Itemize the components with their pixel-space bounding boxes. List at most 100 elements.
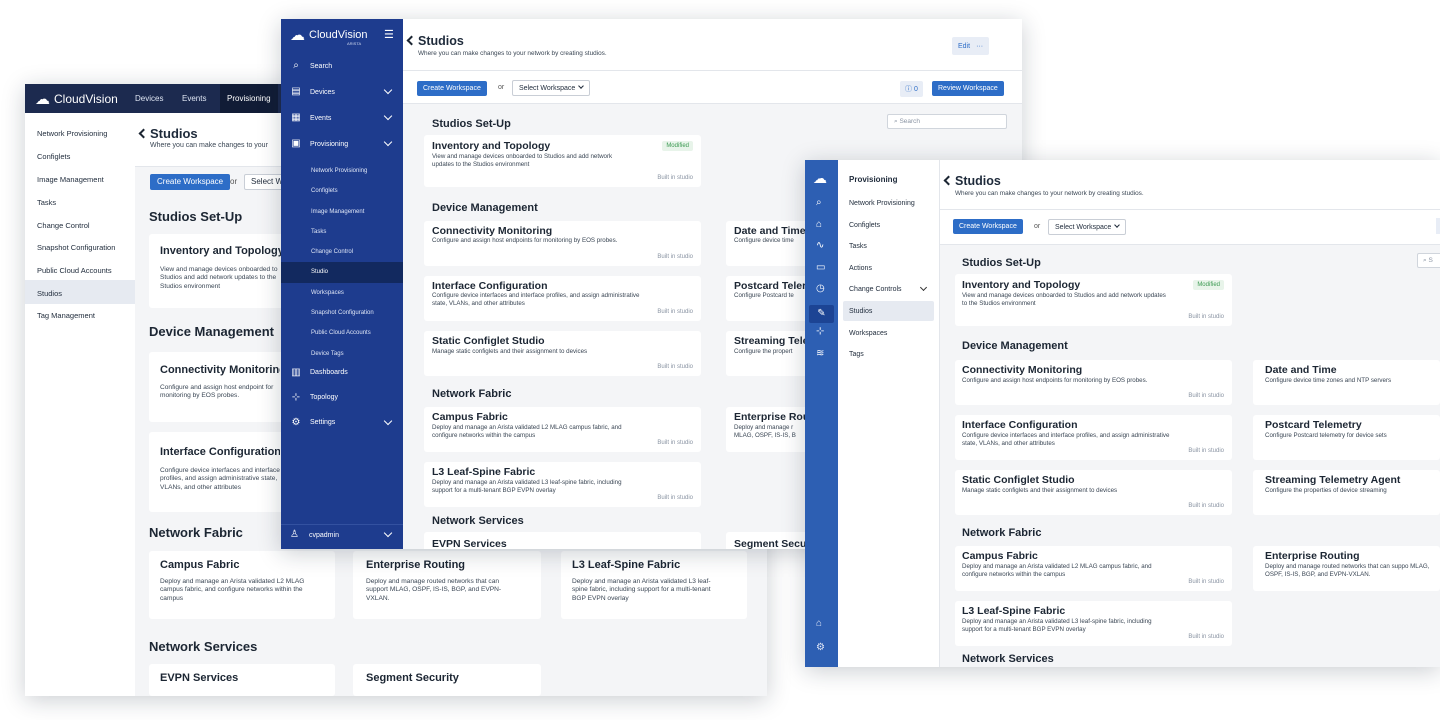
panel-title: Provisioning <box>849 175 898 184</box>
sidebar-item-search[interactable]: ⌕ Search <box>281 53 403 79</box>
page-title: Studios <box>138 126 198 141</box>
card-description: View and manage devices onboarded to Stu… <box>160 266 278 290</box>
create-workspace-button[interactable]: Create Workspace <box>417 81 487 96</box>
panel-item-actions[interactable]: Actions <box>849 265 872 272</box>
section-network-fabric: Network Fabric <box>962 527 1042 539</box>
section-device-management: Device Management <box>432 202 538 214</box>
nav-events[interactable]: Events <box>182 94 206 103</box>
sidebar-item-devices[interactable]: ▤ Devices <box>281 79 403 105</box>
card-description: Configure device interfaces and interfac… <box>962 432 1170 447</box>
activity-icon[interactable]: ∿ <box>816 240 824 251</box>
built-in-studio-label: Built in studio <box>657 175 693 181</box>
topology-icon[interactable]: ⊹ <box>816 326 824 337</box>
panel-item-network-provisioning[interactable]: Network Provisioning <box>849 200 915 207</box>
search-input[interactable]: ⌕ S <box>1417 253 1440 268</box>
card-description: Deploy and manage an Arista validated L2… <box>432 424 622 439</box>
right-edge-button[interactable] <box>1436 218 1440 234</box>
wrench-icon[interactable]: ✎ <box>809 304 834 323</box>
review-workspace-button[interactable]: Review Workspace <box>932 81 1004 96</box>
sidebar-item-public-cloud-accounts[interactable]: Public Cloud Accounts <box>37 266 112 275</box>
topology-icon: ⊹ <box>291 391 301 403</box>
pending-count-badge[interactable]: ⓘ 0 <box>900 81 923 97</box>
chevron-down-icon <box>383 137 393 147</box>
settings-icon[interactable]: ⚙ <box>816 642 825 653</box>
back-icon[interactable] <box>138 128 149 139</box>
sidebar-item-tasks[interactable]: Tasks <box>37 198 56 207</box>
built-in-studio-label: Built in studio <box>657 440 693 446</box>
card-description: Deploy and manage routed networks that c… <box>366 578 502 602</box>
sidebar-item-label: Settings <box>310 419 336 426</box>
back-icon[interactable] <box>943 175 954 186</box>
card-title: Inventory and Topology <box>962 279 1081 291</box>
sidebar-item-provisioning[interactable]: ▣ Provisioning <box>281 131 403 157</box>
section-network-fabric: Network Fabric <box>149 525 243 540</box>
card-description: Configure device time zones and NTP serv… <box>1265 377 1392 384</box>
built-in-studio-label: Built in studio <box>657 364 693 370</box>
section-studios-setup: Studios Set-Up <box>149 209 243 224</box>
sidebar-item-network-provisioning[interactable]: Network Provisioning <box>37 129 107 138</box>
subitem-snapshot-configuration[interactable]: Snapshot Configuration <box>281 303 403 323</box>
panel-item-studios: Studios <box>849 308 873 315</box>
panel-item-configlets[interactable]: Configlets <box>849 222 880 229</box>
panel-item-tags[interactable]: Tags <box>849 351 864 358</box>
subitem-configlets[interactable]: Configlets <box>281 181 403 201</box>
page-header <box>940 160 1440 210</box>
sidebar-item-change-control[interactable]: Change Control <box>37 221 90 230</box>
sidebar-item-settings[interactable]: ⚙ Settings <box>281 410 403 435</box>
sidebar-item-tag-management[interactable]: Tag Management <box>37 311 95 320</box>
card-title: Connectivity Monitoring <box>962 364 1083 376</box>
lock-icon[interactable]: ⌂ <box>816 618 822 629</box>
card-description: Manage static configlets and their assig… <box>962 487 1118 494</box>
alarm-icon[interactable]: ◷ <box>816 283 825 294</box>
built-in-studio-label: Built in studio <box>1188 579 1224 585</box>
sidebar-item-image-management[interactable]: Image Management <box>37 175 104 184</box>
sidebar-user[interactable] <box>281 524 403 549</box>
chart-icon[interactable]: ≋ <box>816 348 824 359</box>
back-icon[interactable] <box>406 35 417 46</box>
card-description: Deploy and manage r MLAG, OSPF, IS-IS, B <box>734 424 796 439</box>
more-options-icon[interactable]: ··· <box>976 43 983 50</box>
subitem-workspaces[interactable]: Workspaces <box>281 283 403 303</box>
cloud-logo-icon[interactable]: ☁ <box>813 170 827 187</box>
card-description: Manage static configlets and their assig… <box>432 348 588 355</box>
card-description: Configure device interfaces and interfac… <box>160 467 280 491</box>
nav-provisioning-label: Provisioning <box>227 94 271 103</box>
info-icon: ⓘ <box>905 86 912 93</box>
subitem-studio-active[interactable]: Studio <box>281 262 403 283</box>
card-description: View and manage devices onboarded to Stu… <box>432 153 613 168</box>
panel-item-workspaces[interactable]: Workspaces <box>849 330 887 337</box>
sidebar-item-events[interactable]: ▦ Events <box>281 105 403 131</box>
built-in-studio-label: Built in studio <box>657 495 693 501</box>
card-title: Postcard Teler <box>734 280 807 292</box>
subitem-image-management[interactable]: Image Management <box>281 202 403 222</box>
calendar-icon[interactable]: ▭ <box>816 262 825 273</box>
select-workspace-dropdown[interactable]: Select Workspace <box>512 80 591 96</box>
card-title: Streaming Tele <box>734 335 809 347</box>
chevron-down-icon <box>1114 222 1121 228</box>
subitem-tasks[interactable]: Tasks <box>281 222 403 242</box>
nav-devices[interactable]: Devices <box>135 94 163 103</box>
brand-logo[interactable]: ☁ CloudVision <box>35 90 118 108</box>
subitem-network-provisioning[interactable]: Network Provisioning <box>281 161 403 181</box>
section-network-services: Network Services <box>962 653 1054 665</box>
select-workspace-dropdown[interactable]: Select Workspace <box>1048 219 1127 235</box>
subitem-public-cloud-accounts[interactable]: Public Cloud Accounts <box>281 323 403 343</box>
create-workspace-button[interactable]: Create Workspace <box>150 174 231 190</box>
page-subtitle: Where you can make changes to your netwo… <box>418 50 607 57</box>
sidebar-item-configlets[interactable]: Configlets <box>37 152 70 161</box>
sidebar-item-topology[interactable]: ⊹ Topology <box>281 385 403 410</box>
page-header <box>403 19 1022 71</box>
home-icon[interactable]: ⌂ <box>816 219 822 230</box>
sidebar-item-snapshot-configuration[interactable]: Snapshot Configuration <box>37 243 115 252</box>
search-icon[interactable]: ⌕ <box>816 197 822 208</box>
sidebar-item-dashboards[interactable]: ▥ Dashboards <box>281 360 403 385</box>
panel-item-change-controls[interactable]: Change Controls <box>849 286 902 293</box>
edit-button[interactable]: Edit <box>958 43 970 50</box>
create-workspace-button[interactable]: Create Workspace <box>953 219 1023 234</box>
card-title: Campus Fabric <box>160 559 240 571</box>
collapse-sidebar-icon[interactable]: ☰ <box>384 28 394 41</box>
page-title: Studios <box>943 174 1001 188</box>
subitem-change-control[interactable]: Change Control <box>281 242 403 262</box>
panel-item-tasks[interactable]: Tasks <box>849 243 867 250</box>
search-input[interactable]: ⌕ Search <box>887 114 1007 129</box>
